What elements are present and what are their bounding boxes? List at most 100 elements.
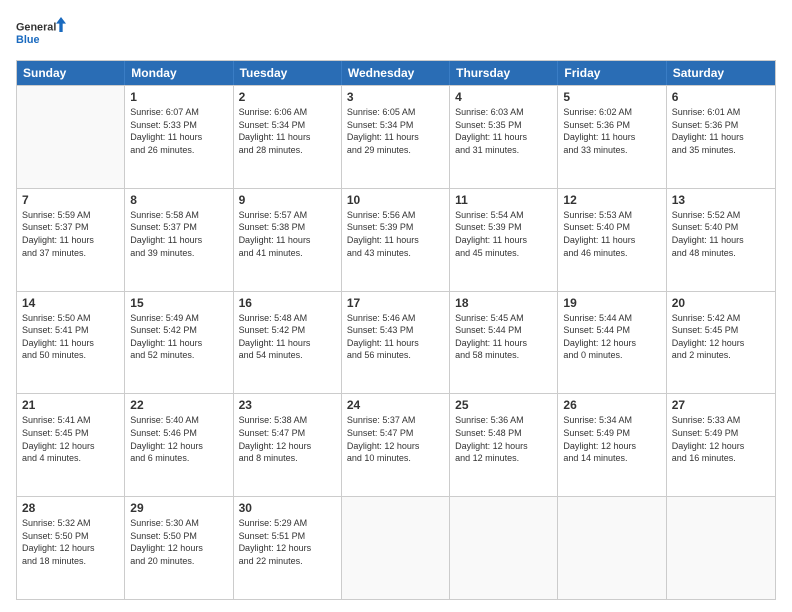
day-number: 12 (563, 193, 660, 207)
day-number: 19 (563, 296, 660, 310)
day-cell-21: 21 Sunrise: 5:41 AM Sunset: 5:45 PM Dayli… (17, 394, 125, 496)
day-cell-26: 26 Sunrise: 5:34 AM Sunset: 5:49 PM Dayli… (558, 394, 666, 496)
day-cell-17: 17Sunrise: 5:46 AM Sunset: 5:43 PM Dayli… (342, 292, 450, 394)
logo-svg: General Blue (16, 12, 66, 52)
day-number: 27 (672, 398, 770, 412)
day-number: 11 (455, 193, 552, 207)
calendar: SundayMondayTuesdayWednesdayThursdayFrid… (16, 60, 776, 600)
day-info: Sunrise: 5:48 AM Sunset: 5:42 PM Dayligh… (239, 312, 336, 362)
day-cell-1: 1Sunrise: 6:07 AM Sunset: 5:33 PM Daylig… (125, 86, 233, 188)
day-number: 16 (239, 296, 336, 310)
day-number: 4 (455, 90, 552, 104)
day-info: Sunrise: 5:37 AM Sunset: 5:47 PM Dayligh… (347, 414, 444, 464)
day-info: Sunrise: 5:34 AM Sunset: 5:49 PM Dayligh… (563, 414, 660, 464)
day-info: Sunrise: 5:52 AM Sunset: 5:40 PM Dayligh… (672, 209, 770, 259)
day-cell-23: 23 Sunrise: 5:38 AM Sunset: 5:47 PM Dayli… (234, 394, 342, 496)
empty-cell (558, 497, 666, 599)
day-number: 7 (22, 193, 119, 207)
day-info: Sunrise: 5:56 AM Sunset: 5:39 PM Dayligh… (347, 209, 444, 259)
calendar-header: SundayMondayTuesdayWednesdayThursdayFrid… (17, 61, 775, 85)
day-cell-13: 13 Sunrise: 5:52 AM Sunset: 5:40 PM Dayli… (667, 189, 775, 291)
day-number: 23 (239, 398, 336, 412)
day-number: 2 (239, 90, 336, 104)
day-number: 25 (455, 398, 552, 412)
day-number: 1 (130, 90, 227, 104)
day-cell-30: 30Sunrise: 5:29 AM Sunset: 5:51 PM Dayli… (234, 497, 342, 599)
day-info: Sunrise: 5:33 AM Sunset: 5:49 PM Dayligh… (672, 414, 770, 464)
empty-cell (17, 86, 125, 188)
day-cell-19: 19 Sunrise: 5:44 AM Sunset: 5:44 PM Dayli… (558, 292, 666, 394)
week-row-4: 21 Sunrise: 5:41 AM Sunset: 5:45 PM Dayli… (17, 393, 775, 496)
day-info: Sunrise: 5:45 AM Sunset: 5:44 PM Dayligh… (455, 312, 552, 362)
day-header-thursday: Thursday (450, 61, 558, 85)
svg-text:Blue: Blue (16, 34, 39, 46)
day-info: Sunrise: 5:49 AM Sunset: 5:42 PM Dayligh… (130, 312, 227, 362)
day-cell-14: 14Sunrise: 5:50 AM Sunset: 5:41 PM Dayli… (17, 292, 125, 394)
day-number: 22 (130, 398, 227, 412)
page: General Blue SundayMondayTuesdayWednesda… (0, 0, 792, 612)
day-info: Sunrise: 5:58 AM Sunset: 5:37 PM Dayligh… (130, 209, 227, 259)
day-info: Sunrise: 6:03 AM Sunset: 5:35 PM Dayligh… (455, 106, 552, 156)
empty-cell (667, 497, 775, 599)
day-info: Sunrise: 5:38 AM Sunset: 5:47 PM Dayligh… (239, 414, 336, 464)
day-info: Sunrise: 5:30 AM Sunset: 5:50 PM Dayligh… (130, 517, 227, 567)
day-cell-16: 16 Sunrise: 5:48 AM Sunset: 5:42 PM Dayli… (234, 292, 342, 394)
day-info: Sunrise: 6:05 AM Sunset: 5:34 PM Dayligh… (347, 106, 444, 156)
day-number: 3 (347, 90, 444, 104)
day-header-sunday: Sunday (17, 61, 125, 85)
day-cell-7: 7 Sunrise: 5:59 AM Sunset: 5:37 PM Daylig… (17, 189, 125, 291)
week-row-3: 14Sunrise: 5:50 AM Sunset: 5:41 PM Dayli… (17, 291, 775, 394)
day-cell-25: 25Sunrise: 5:36 AM Sunset: 5:48 PM Dayli… (450, 394, 558, 496)
day-number: 8 (130, 193, 227, 207)
day-cell-15: 15 Sunrise: 5:49 AM Sunset: 5:42 PM Dayli… (125, 292, 233, 394)
day-info: Sunrise: 5:57 AM Sunset: 5:38 PM Dayligh… (239, 209, 336, 259)
day-cell-22: 22 Sunrise: 5:40 AM Sunset: 5:46 PM Dayli… (125, 394, 233, 496)
day-info: Sunrise: 5:32 AM Sunset: 5:50 PM Dayligh… (22, 517, 119, 567)
logo: General Blue (16, 12, 66, 52)
day-number: 29 (130, 501, 227, 515)
day-header-saturday: Saturday (667, 61, 775, 85)
day-cell-28: 28 Sunrise: 5:32 AM Sunset: 5:50 PM Dayli… (17, 497, 125, 599)
empty-cell (342, 497, 450, 599)
day-info: Sunrise: 5:50 AM Sunset: 5:41 PM Dayligh… (22, 312, 119, 362)
day-info: Sunrise: 6:06 AM Sunset: 5:34 PM Dayligh… (239, 106, 336, 156)
day-header-friday: Friday (558, 61, 666, 85)
day-number: 13 (672, 193, 770, 207)
day-number: 24 (347, 398, 444, 412)
day-header-wednesday: Wednesday (342, 61, 450, 85)
week-row-1: 1Sunrise: 6:07 AM Sunset: 5:33 PM Daylig… (17, 85, 775, 188)
day-cell-27: 27 Sunrise: 5:33 AM Sunset: 5:49 PM Dayli… (667, 394, 775, 496)
day-cell-29: 29 Sunrise: 5:30 AM Sunset: 5:50 PM Dayli… (125, 497, 233, 599)
day-number: 21 (22, 398, 119, 412)
day-info: Sunrise: 5:54 AM Sunset: 5:39 PM Dayligh… (455, 209, 552, 259)
day-info: Sunrise: 5:59 AM Sunset: 5:37 PM Dayligh… (22, 209, 119, 259)
header: General Blue (16, 12, 776, 52)
day-header-monday: Monday (125, 61, 233, 85)
day-info: Sunrise: 5:40 AM Sunset: 5:46 PM Dayligh… (130, 414, 227, 464)
day-number: 15 (130, 296, 227, 310)
day-number: 26 (563, 398, 660, 412)
day-cell-6: 6Sunrise: 6:01 AM Sunset: 5:36 PM Daylig… (667, 86, 775, 188)
empty-cell (450, 497, 558, 599)
day-cell-12: 12Sunrise: 5:53 AM Sunset: 5:40 PM Dayli… (558, 189, 666, 291)
day-header-tuesday: Tuesday (234, 61, 342, 85)
svg-text:General: General (16, 21, 56, 33)
day-info: Sunrise: 6:02 AM Sunset: 5:36 PM Dayligh… (563, 106, 660, 156)
day-number: 9 (239, 193, 336, 207)
day-cell-2: 2 Sunrise: 6:06 AM Sunset: 5:34 PM Daylig… (234, 86, 342, 188)
week-row-5: 28 Sunrise: 5:32 AM Sunset: 5:50 PM Dayli… (17, 496, 775, 599)
day-number: 18 (455, 296, 552, 310)
day-info: Sunrise: 5:41 AM Sunset: 5:45 PM Dayligh… (22, 414, 119, 464)
day-info: Sunrise: 5:46 AM Sunset: 5:43 PM Dayligh… (347, 312, 444, 362)
day-number: 5 (563, 90, 660, 104)
day-cell-8: 8 Sunrise: 5:58 AM Sunset: 5:37 PM Daylig… (125, 189, 233, 291)
day-info: Sunrise: 5:44 AM Sunset: 5:44 PM Dayligh… (563, 312, 660, 362)
day-number: 20 (672, 296, 770, 310)
week-row-2: 7 Sunrise: 5:59 AM Sunset: 5:37 PM Daylig… (17, 188, 775, 291)
calendar-body: 1Sunrise: 6:07 AM Sunset: 5:33 PM Daylig… (17, 85, 775, 599)
day-number: 28 (22, 501, 119, 515)
day-number: 30 (239, 501, 336, 515)
day-cell-5: 5 Sunrise: 6:02 AM Sunset: 5:36 PM Daylig… (558, 86, 666, 188)
day-cell-3: 3 Sunrise: 6:05 AM Sunset: 5:34 PM Daylig… (342, 86, 450, 188)
day-info: Sunrise: 5:42 AM Sunset: 5:45 PM Dayligh… (672, 312, 770, 362)
